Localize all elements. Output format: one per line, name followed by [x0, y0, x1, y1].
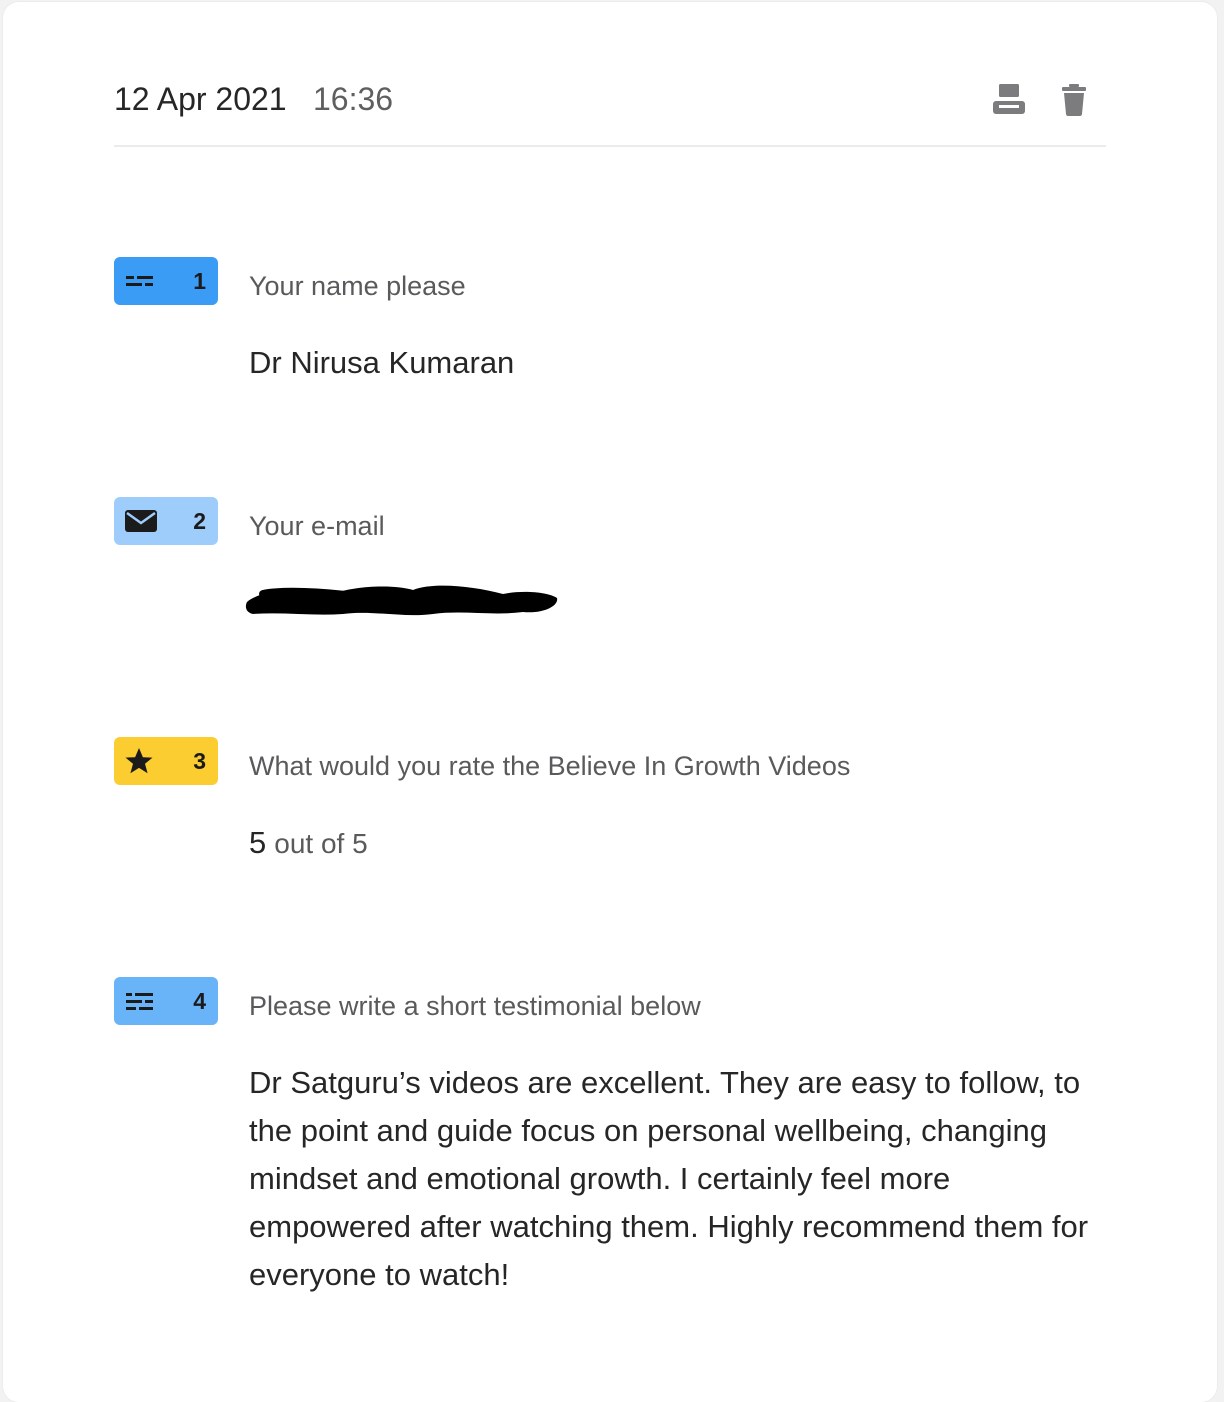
question-label: Your e-mail: [249, 511, 385, 541]
question-number: 3: [193, 748, 206, 774]
envelope-icon: [124, 507, 158, 535]
answer-name: Dr Nirusa Kumaran: [249, 345, 515, 380]
question-badge-3: 3: [114, 737, 218, 785]
question-badge-2: 2: [114, 497, 218, 545]
redaction-mark: [245, 585, 558, 616]
trash-icon: [1062, 84, 1086, 116]
printer-icon: [993, 84, 1025, 114]
rating-value: 5: [249, 825, 267, 860]
short-text-icon: [124, 267, 158, 295]
question-badge-4: 4: [114, 977, 218, 1025]
print-button[interactable]: [991, 82, 1027, 118]
question-badge-1: 1: [114, 257, 218, 305]
response-card: 12 Apr 2021 16:36 1 Your name please Dr …: [3, 2, 1217, 1402]
answer-testimonial: Dr Satguru’s videos are excellent. They …: [249, 1065, 1089, 1292]
question-label: Your name please: [249, 271, 466, 301]
answer-rating: 5 out of 5: [249, 825, 368, 861]
submission-date: 12 Apr 2021: [114, 81, 287, 117]
long-text-icon: [124, 987, 158, 1015]
delete-button[interactable]: [1056, 82, 1092, 118]
submission-time: 16:36: [313, 81, 394, 117]
rating-suffix: out of 5: [274, 828, 368, 859]
question-label: What would you rate the Believe In Growt…: [249, 751, 851, 781]
response-header: 12 Apr 2021 16:36: [114, 60, 1106, 147]
question-label: Please write a short testimonial below: [249, 991, 701, 1021]
question-number: 2: [193, 508, 206, 534]
question-number: 4: [193, 988, 206, 1014]
star-icon: [124, 747, 158, 775]
question-number: 1: [193, 268, 206, 294]
